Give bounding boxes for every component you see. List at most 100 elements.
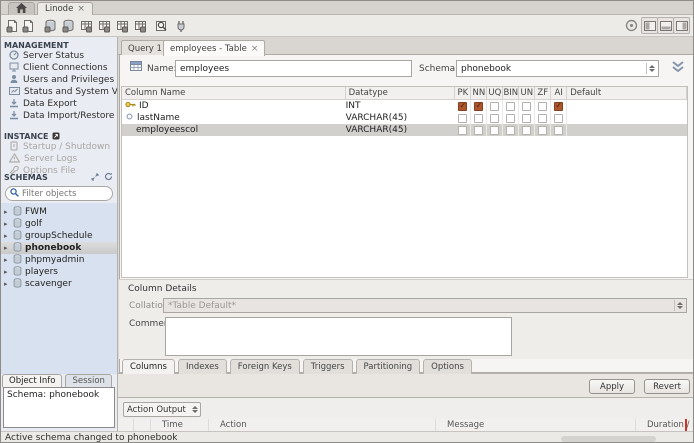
flag-nn-checkbox[interactable] xyxy=(471,112,488,124)
schemas-refresh-icon[interactable] xyxy=(104,172,113,183)
flag-bin-checkbox[interactable] xyxy=(503,112,520,124)
sidebar-item-server-status[interactable]: Server Status xyxy=(9,50,117,62)
flag-uq-checkbox[interactable] xyxy=(487,100,504,112)
output-type-select[interactable]: Action Output xyxy=(123,402,201,417)
editor-tab-employees-table[interactable]: employees - Table × xyxy=(163,40,266,56)
connection-tab[interactable]: Linode × xyxy=(37,2,93,15)
expander-icon[interactable]: ▸ xyxy=(4,220,10,228)
toggle-output-area-icon[interactable] xyxy=(657,17,674,34)
apply-button[interactable]: Apply xyxy=(589,379,635,394)
sidebar-item-client-connections[interactable]: Client Connections xyxy=(9,62,117,74)
open-sql-script-icon[interactable] xyxy=(20,17,37,34)
expand-header-button[interactable] xyxy=(667,60,689,77)
tab-columns[interactable]: Columns xyxy=(122,359,175,374)
schema-filter-input[interactable] xyxy=(22,188,102,199)
column-row-id[interactable]: ID INT xyxy=(122,100,687,112)
column-row-lastname[interactable]: lastName VARCHAR(45) xyxy=(122,112,687,124)
flag-zf-checkbox[interactable] xyxy=(535,124,552,136)
grid-header-pk[interactable]: PK xyxy=(455,87,472,100)
close-icon[interactable]: × xyxy=(77,4,85,14)
comment-textarea[interactable] xyxy=(165,317,512,356)
home-tab[interactable] xyxy=(8,2,35,15)
create-view-icon[interactable] xyxy=(78,17,95,34)
create-function-icon[interactable] xyxy=(114,17,131,34)
grid-header-uq[interactable]: UQ xyxy=(487,87,504,100)
expander-icon[interactable]: ▸ xyxy=(4,232,10,240)
flag-zf-checkbox[interactable] xyxy=(535,100,552,112)
grid-header-nn[interactable]: NN xyxy=(471,87,488,100)
schema-item-phpmyadmin[interactable]: ▸ phpmyadmin xyxy=(1,254,117,266)
flag-ai-checkbox[interactable] xyxy=(551,124,568,136)
flag-uq-checkbox[interactable] xyxy=(487,124,504,136)
horizontal-scrollbar[interactable] xyxy=(561,436,656,442)
flag-nn-checkbox[interactable] xyxy=(471,100,488,112)
flag-ai-checkbox[interactable] xyxy=(551,112,568,124)
create-procedure-icon[interactable] xyxy=(96,17,113,34)
tab-indexes[interactable]: Indexes xyxy=(177,359,227,374)
output-header-message[interactable]: Message xyxy=(436,419,636,431)
schema-item-fwm[interactable]: ▸ FWM xyxy=(1,206,117,218)
default-cell[interactable] xyxy=(567,112,687,124)
create-table-icon[interactable] xyxy=(60,17,77,34)
schemas-expand-icon[interactable] xyxy=(91,173,99,183)
flag-un-checkbox[interactable] xyxy=(519,100,536,112)
column-row-employeescol[interactable]: employeescol VARCHAR(45) xyxy=(122,124,687,136)
default-cell[interactable] xyxy=(567,124,687,136)
toggle-left-sidebar-icon[interactable] xyxy=(641,17,658,34)
grid-header-column-name[interactable]: Column Name xyxy=(122,87,346,100)
reconnect-dbms-icon[interactable] xyxy=(173,17,190,34)
sidebar-item-data-export[interactable]: Data Export xyxy=(9,98,117,110)
expander-icon[interactable]: ▸ xyxy=(4,268,10,276)
schema-select[interactable]: phonebook xyxy=(456,60,659,77)
search-table-data-icon[interactable] xyxy=(153,17,170,34)
flag-zf-checkbox[interactable] xyxy=(535,112,552,124)
sidebar-item-status-and-system-variables[interactable]: Status and System Variables xyxy=(9,86,117,98)
flag-pk-checkbox[interactable] xyxy=(455,124,472,136)
flag-uq-checkbox[interactable] xyxy=(487,112,504,124)
flag-un-checkbox[interactable] xyxy=(519,112,536,124)
output-header-time[interactable]: Time xyxy=(151,419,209,431)
flag-bin-checkbox[interactable] xyxy=(503,124,520,136)
grid-header-ai[interactable]: AI xyxy=(551,87,568,100)
output-header-action[interactable]: Action xyxy=(209,419,436,431)
tab-session[interactable]: Session xyxy=(65,374,112,387)
expander-icon[interactable]: ▸ xyxy=(4,256,10,264)
schema-item-groupschedule[interactable]: ▸ groupSchedule xyxy=(1,230,117,242)
tab-foreign-keys[interactable]: Foreign Keys xyxy=(229,359,300,374)
schema-item-scavenger[interactable]: ▸ scavenger xyxy=(1,278,117,290)
revert-button[interactable]: Revert xyxy=(644,379,690,394)
grid-header-zf[interactable]: ZF xyxy=(535,87,552,100)
close-icon[interactable]: × xyxy=(251,44,259,54)
dashboard-icon[interactable] xyxy=(623,17,640,34)
flag-ai-checkbox[interactable] xyxy=(551,100,568,112)
grid-header-bin[interactable]: BIN xyxy=(503,87,520,100)
grid-header-un[interactable]: UN xyxy=(519,87,536,100)
flag-bin-checkbox[interactable] xyxy=(503,100,520,112)
expander-icon[interactable]: ▸ xyxy=(4,280,10,288)
flag-nn-checkbox[interactable] xyxy=(471,124,488,136)
tab-object-info[interactable]: Object Info xyxy=(2,374,63,387)
expander-icon[interactable]: ▸ xyxy=(4,244,10,252)
sidebar-item-startup-shutdown[interactable]: Startup / Shutdown xyxy=(9,141,117,153)
create-trigger-icon[interactable] xyxy=(132,17,149,34)
schema-item-phonebook[interactable]: ▸ phonebook xyxy=(1,242,117,254)
sidebar-item-data-import-restore[interactable]: Data Import/Restore xyxy=(9,110,117,122)
sidebar-item-server-logs[interactable]: Server Logs xyxy=(9,153,117,165)
new-sql-tab-icon[interactable] xyxy=(4,17,21,34)
create-schema-icon[interactable] xyxy=(42,17,59,34)
grid-header-datatype[interactable]: Datatype xyxy=(346,87,456,100)
flag-pk-checkbox[interactable] xyxy=(455,100,472,112)
stepper-icon[interactable] xyxy=(646,63,657,74)
flag-pk-checkbox[interactable] xyxy=(455,112,472,124)
table-name-input[interactable] xyxy=(175,60,412,77)
tab-partitioning[interactable]: Partitioning xyxy=(355,359,421,374)
flag-un-checkbox[interactable] xyxy=(519,124,536,136)
tab-triggers[interactable]: Triggers xyxy=(302,359,353,374)
schema-item-players[interactable]: ▸ players xyxy=(1,266,117,278)
grid-header-default[interactable]: Default xyxy=(567,87,687,100)
tab-options[interactable]: Options xyxy=(423,359,472,374)
toggle-right-sidebar-icon[interactable] xyxy=(673,17,690,34)
expander-icon[interactable]: ▸ xyxy=(4,208,10,216)
default-cell[interactable] xyxy=(567,100,687,112)
schema-item-golf[interactable]: ▸ golf xyxy=(1,218,117,230)
